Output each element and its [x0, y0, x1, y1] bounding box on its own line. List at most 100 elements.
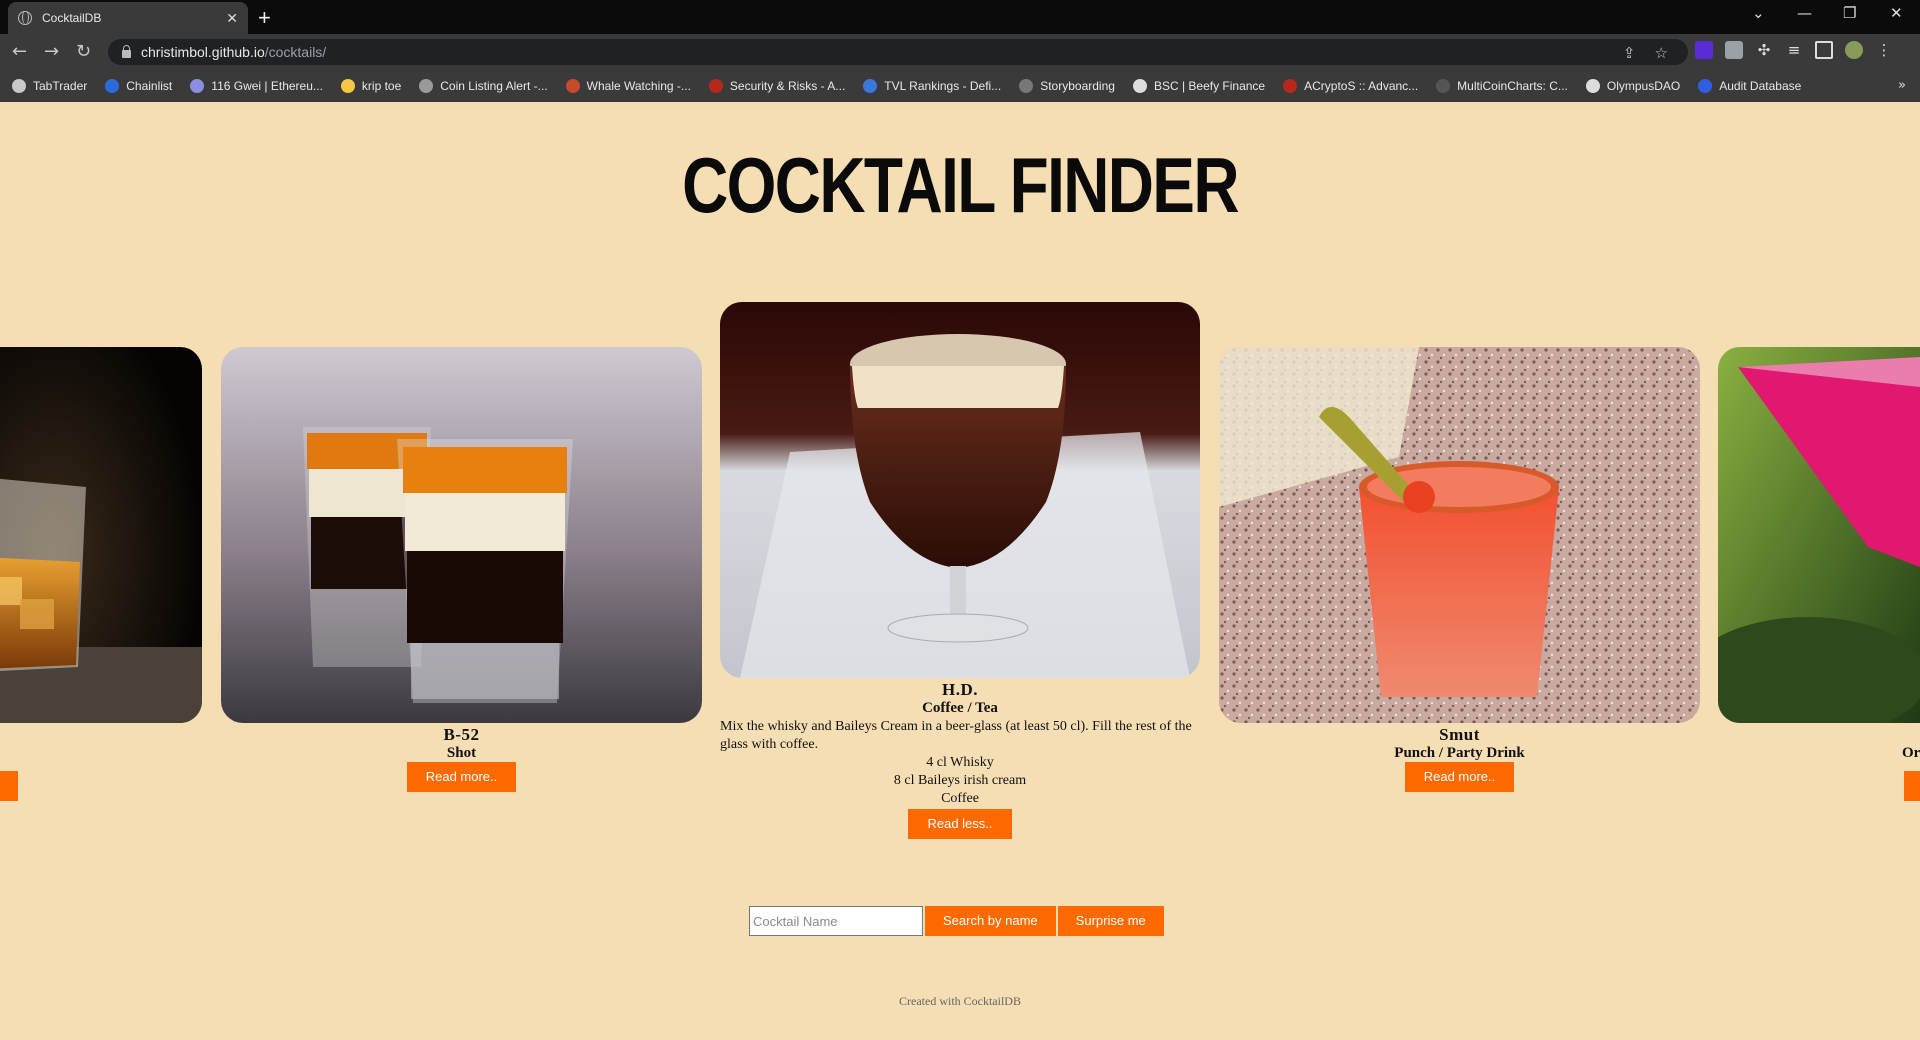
bookmark-label: Whale Watching -...	[586, 79, 691, 93]
bookmark-item[interactable]: 116 Gwei | Ethereu...	[190, 79, 323, 93]
bookmark-item[interactable]: TVL Rankings - Defi...	[863, 79, 1001, 93]
puzzle-icon[interactable]: ✣	[1755, 41, 1773, 59]
cocktail-photo-b52[interactable]	[221, 347, 702, 723]
bookmark-item[interactable]: MultiCoinCharts: C...	[1436, 79, 1568, 93]
bookmark-item[interactable]: Storyboarding	[1019, 79, 1115, 93]
page: COCKTAIL FINDER B-52 Shot Read more.. H.…	[0, 102, 1920, 1040]
bookmark-favicon-icon	[12, 79, 26, 93]
extension-icons: ✣ ≡ ⋮	[1695, 41, 1893, 59]
back-icon[interactable]: ←	[12, 41, 27, 62]
page-title: COCKTAIL FINDER	[682, 141, 1239, 229]
bookmark-favicon-icon	[419, 79, 434, 93]
bookmark-item[interactable]: BSC | Beefy Finance	[1132, 79, 1266, 93]
cocktail-name-input[interactable]	[749, 906, 923, 936]
reading-list-icon[interactable]: ≡	[1785, 41, 1803, 59]
bookmark-item[interactable]: Whale Watching -...	[565, 79, 691, 93]
bookmark-item[interactable]: Security & Risks - A...	[708, 79, 846, 93]
read-less-button[interactable]: Read less..	[908, 809, 1012, 839]
close-tab-icon[interactable]: ✕	[226, 10, 238, 27]
bookmark-star-icon[interactable]: ☆	[1655, 44, 1668, 62]
ingredient-item: 8 cl Baileys irish cream	[893, 773, 1027, 788]
restore-icon[interactable]: ❐	[1843, 4, 1856, 22]
ingredient-item: Coffee	[941, 791, 979, 806]
bookmark-favicon-icon	[1019, 79, 1034, 93]
bookmark-label: Storyboarding	[1040, 79, 1115, 93]
cocktail-category: Or	[1902, 745, 1920, 761]
extension-icon[interactable]	[1725, 41, 1743, 59]
search-row: Search by name Surprise me	[749, 906, 1164, 936]
cocktail-card-expanded: H.D. Coffee / Tea Mix the whisky and Bai…	[720, 302, 1200, 839]
bookmark-item[interactable]: Audit Database	[1698, 79, 1801, 93]
read-more-button[interactable]: Read more..	[406, 762, 517, 792]
bookmark-favicon-icon	[1283, 79, 1298, 93]
new-tab-button[interactable]: +	[258, 5, 271, 31]
bookmark-favicon-icon	[190, 79, 205, 93]
minimize-icon[interactable]: —	[1797, 4, 1812, 22]
bookmark-label: MultiCoinCharts: C...	[1457, 79, 1568, 93]
bookmark-item[interactable]: krip toe	[340, 79, 402, 93]
footer-credit: Created with CocktailDB	[899, 994, 1021, 1008]
cocktail-photo-smut[interactable]	[1219, 347, 1700, 723]
bookmark-item[interactable]: Coin Listing Alert -...	[419, 79, 548, 93]
bookmarks-bar: TabTrader Chainlist 116 Gwei | Ethereu... k…	[0, 70, 1920, 102]
bookmark-label: TabTrader	[33, 79, 88, 93]
bookmark-favicon-icon	[1436, 79, 1451, 93]
cocktail-photo-whisky[interactable]	[0, 347, 202, 723]
cocktail-category: Coffee / Tea	[922, 700, 998, 716]
cocktail-name: B-52	[443, 725, 480, 744]
bookmark-item[interactable]: OlympusDAO	[1585, 79, 1681, 93]
menu-icon[interactable]: ⋮	[1875, 41, 1893, 59]
cocktail-card: B-52 Shot Read more..	[221, 347, 702, 792]
bookmark-label: Coin Listing Alert -...	[440, 79, 548, 93]
bookmark-favicon-icon	[565, 79, 580, 93]
cocktail-name: H.D.	[942, 680, 978, 699]
read-more-button[interactable]: Read more..	[1404, 762, 1515, 792]
bookmark-favicon-icon	[1698, 79, 1713, 93]
bookmark-favicon-icon	[340, 79, 355, 93]
cocktail-card-partial-left	[0, 347, 202, 801]
bookmark-item[interactable]: TabTrader	[12, 79, 87, 93]
read-more-button[interactable]	[1904, 771, 1920, 801]
cocktail-photo-hd[interactable]	[720, 302, 1200, 678]
tab-search-icon[interactable]: ⌄	[1752, 4, 1765, 22]
cocktail-category: Shot	[446, 745, 477, 761]
address-bar[interactable]: christimbol.github.io/cocktails/ ⇪ ☆	[108, 39, 1688, 65]
bookmark-favicon-icon	[105, 79, 120, 93]
close-window-icon[interactable]: ✕	[1890, 4, 1903, 22]
forward-icon[interactable]: →	[44, 41, 59, 62]
bookmark-label: OlympusDAO	[1606, 79, 1681, 93]
globe-icon	[18, 11, 32, 25]
share-icon[interactable]: ⇪	[1623, 44, 1636, 62]
more-bookmarks-icon[interactable]: »	[1898, 78, 1906, 93]
bookmark-label: TVL Rankings - Defi...	[884, 79, 1002, 93]
bookmark-label: Chainlist	[126, 79, 173, 93]
bookmark-label: BSC | Beefy Finance	[1153, 79, 1266, 93]
cocktail-photo-pink[interactable]	[1718, 347, 1920, 723]
browser-tab[interactable]: CocktailDB ✕	[8, 2, 248, 34]
lock-icon[interactable]	[122, 45, 131, 58]
search-by-name-button[interactable]: Search by name	[925, 906, 1056, 936]
bookmark-label: Security & Risks - A...	[729, 79, 846, 93]
read-more-button[interactable]	[0, 771, 18, 801]
cocktail-instructions: Mix the whisky and Baileys Cream in a be…	[720, 719, 1192, 752]
bookmark-favicon-icon	[863, 79, 878, 93]
side-panel-icon[interactable]	[1815, 41, 1833, 59]
browser-tab-bar: CocktailDB ✕ + ⌄ — ❐ ✕	[0, 0, 1920, 34]
bookmark-label: krip toe	[361, 79, 402, 93]
browser-toolbar: ← → ↻ christimbol.github.io/cocktails/ ⇪…	[0, 34, 1920, 70]
profile-avatar-icon[interactable]	[1845, 41, 1863, 59]
reload-icon[interactable]: ↻	[76, 41, 91, 62]
surprise-me-button[interactable]: Surprise me	[1057, 906, 1164, 936]
bookmark-label: ACryptoS :: Advanc...	[1304, 79, 1419, 93]
tab-title: CocktailDB	[42, 11, 102, 25]
url-path: /cocktails/	[264, 44, 327, 60]
bookmark-item[interactable]: ACryptoS :: Advanc...	[1283, 79, 1418, 93]
cocktail-card: Smut Punch / Party Drink Read more..	[1219, 347, 1700, 792]
ingredient-item: 4 cl Whisky	[926, 755, 994, 770]
bookmark-item[interactable]: Chainlist	[105, 79, 172, 93]
bookmark-favicon-icon	[1585, 79, 1600, 93]
cocktail-category: Punch / Party Drink	[1394, 745, 1525, 761]
cocktail-name: Smut	[1439, 725, 1480, 744]
download-extension-icon[interactable]	[1695, 41, 1713, 59]
cocktail-card-partial-right: Or	[1718, 347, 1920, 801]
